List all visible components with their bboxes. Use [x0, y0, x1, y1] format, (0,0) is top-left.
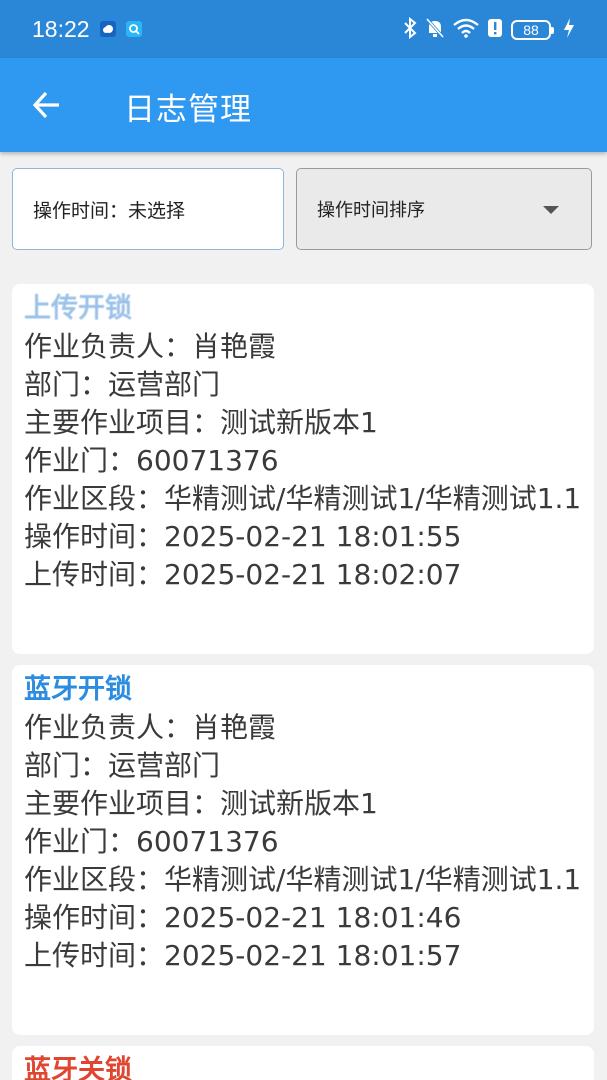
log-section-row: 作业区段： 华精测试/华精测试1/华精测试1.1 — [24, 863, 582, 896]
weather-icon — [100, 21, 116, 37]
log-title: 蓝牙关锁 — [24, 1055, 132, 1080]
sort-select[interactable]: 操作时间排序 — [296, 168, 592, 250]
wifi-icon — [453, 18, 479, 42]
sort-select-value: 操作时间排序 — [317, 200, 425, 221]
log-op-time-row: 操作时间： 2025-02-21 18:01:46 — [24, 901, 462, 934]
log-card[interactable]: 蓝牙开锁 作业负责人： 肖艳霞 部门： 运营部门 主要作业项目： 测试新版本1 作业门… — [12, 665, 594, 1035]
battery-indicator: 88 — [511, 20, 554, 40]
log-title: 蓝牙开锁 — [24, 674, 132, 705]
log-dept-row: 部门： 运营部门 — [24, 368, 221, 401]
log-dept-row: 部门： 运营部门 — [24, 749, 221, 782]
page-title: 日志管理 — [124, 92, 252, 128]
search-app-icon — [126, 21, 142, 37]
log-project-row: 主要作业项目： 测试新版本1 — [24, 787, 378, 820]
charging-icon — [563, 17, 575, 43]
alert-icon — [487, 18, 503, 42]
log-upload-time-row: 上传时间： 2025-02-21 18:02:07 — [24, 558, 462, 591]
log-title: 上传开锁 — [24, 293, 132, 324]
bluetooth-icon — [403, 16, 417, 43]
mute-icon — [425, 17, 445, 43]
app-bar: 日志管理 — [0, 58, 607, 152]
log-op-time-row: 操作时间： 2025-02-21 18:01:55 — [24, 520, 462, 553]
log-upload-time-row: 上传时间： 2025-02-21 18:01:57 — [24, 939, 462, 972]
log-card[interactable]: 蓝牙关锁 — [12, 1046, 594, 1080]
log-project-row: 主要作业项目： 测试新版本1 — [24, 406, 378, 439]
log-card[interactable]: 上传开锁 作业负责人： 肖艳霞 部门： 运营部门 主要作业项目： 测试新版本1 作业门… — [12, 284, 594, 654]
log-section-row: 作业区段： 华精测试/华精测试1/华精测试1.1 — [24, 482, 582, 515]
log-person-row: 作业负责人： 肖艳霞 — [24, 330, 277, 363]
status-time: 18:22 — [32, 16, 90, 42]
status-bar: 18:22 88 — [0, 0, 607, 58]
log-person-row: 作业负责人： 肖艳霞 — [24, 711, 277, 744]
log-door-row: 作业门： 60071376 — [24, 444, 279, 477]
time-filter-label: 操作时间：未选择 — [33, 199, 186, 222]
dropdown-caret-icon — [543, 206, 559, 214]
log-door-row: 作业门： 60071376 — [24, 825, 279, 858]
time-filter-button[interactable]: 操作时间：未选择 — [12, 168, 284, 250]
back-arrow-icon[interactable] — [30, 88, 64, 122]
